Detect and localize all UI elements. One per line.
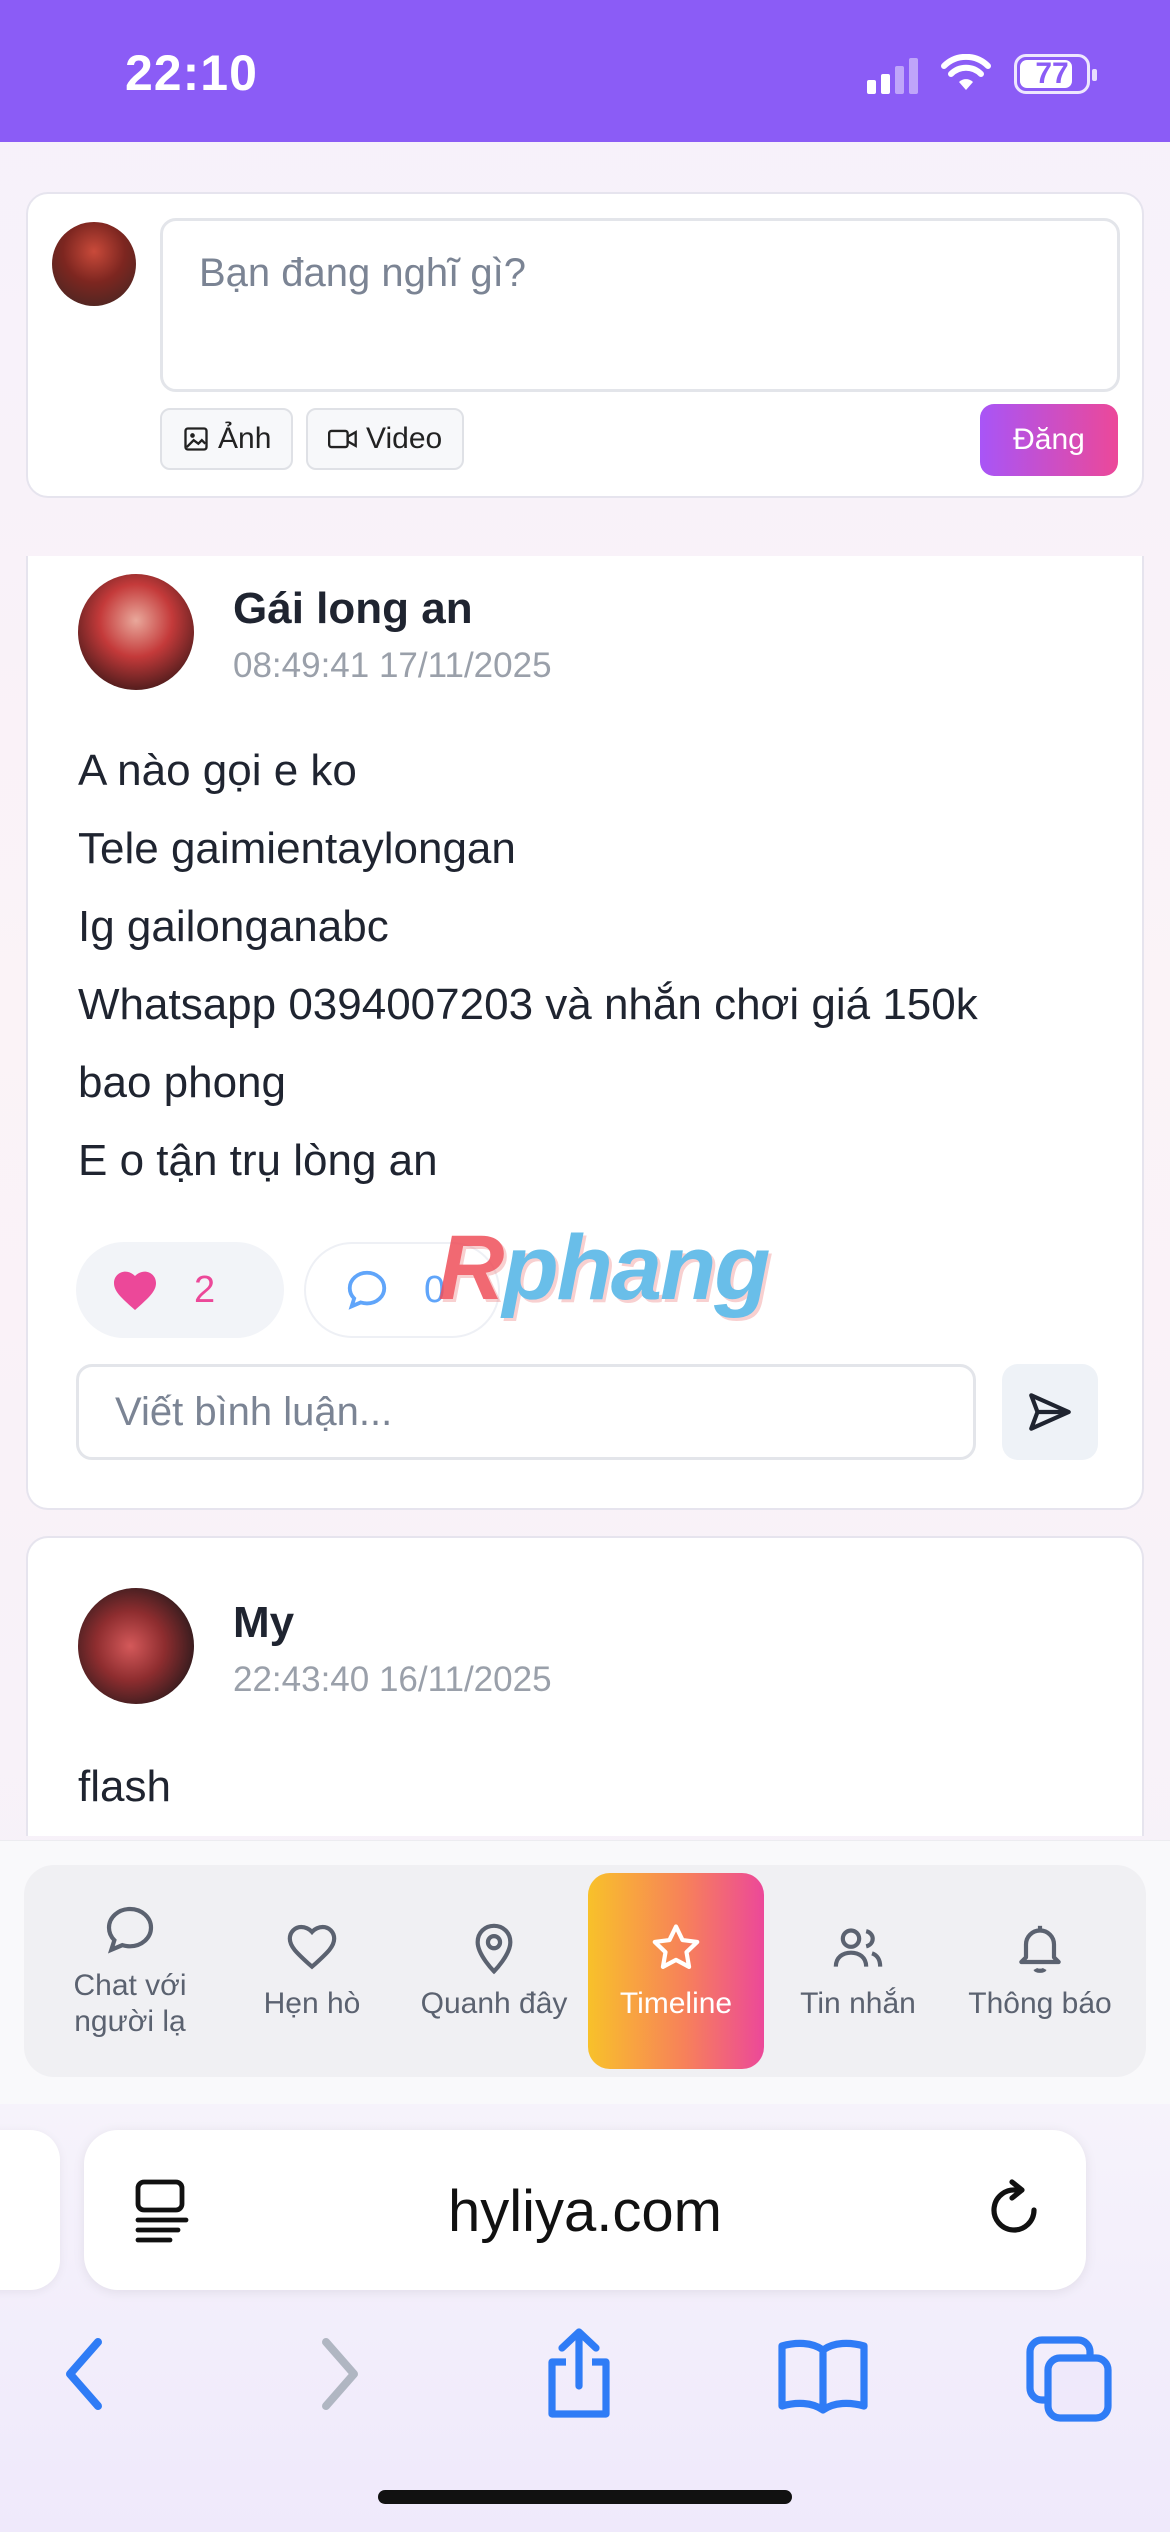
add-video-label: Video	[366, 422, 443, 455]
nav-messages[interactable]: Tin nhắn	[770, 1873, 946, 2069]
nav-label: Timeline	[619, 1987, 733, 2020]
nav-timeline[interactable]: Timeline	[588, 1873, 764, 2069]
url-text[interactable]: hyliya.com	[84, 2178, 1086, 2245]
image-icon	[184, 427, 208, 451]
battery-level: 77	[1035, 57, 1069, 90]
browser-toolbar: hyliya.com	[0, 2104, 1170, 2532]
compose-input[interactable]: Bạn đang nghĩ gì?	[160, 218, 1120, 392]
avatar[interactable]	[78, 574, 194, 690]
post-line: A nào gọi e ko	[78, 746, 357, 795]
post-button[interactable]: Đăng	[980, 404, 1118, 476]
video-icon	[328, 429, 357, 449]
nav-chat-strangers[interactable]: Chat với người lạ	[42, 1873, 218, 2069]
post-line: Tele gaimientaylongan	[78, 824, 516, 873]
address-bar[interactable]: hyliya.com	[84, 2130, 1086, 2290]
chat-bubble-icon	[106, 1906, 154, 1954]
battery-icon: 77	[1014, 54, 1097, 94]
avatar[interactable]	[78, 1588, 194, 1704]
avatar[interactable]	[52, 222, 136, 306]
nav-label: Chat với người lạ	[73, 1969, 187, 2038]
post-composer: Bạn đang nghĩ gì? Ảnh Video Đăng	[26, 192, 1144, 498]
browser-tools	[0, 2328, 1170, 2454]
nav-label: Tin nhắn	[800, 1987, 916, 2020]
star-icon	[652, 1924, 700, 1969]
users-icon	[833, 1928, 883, 1967]
share-icon[interactable]	[540, 2326, 618, 2422]
heart-icon	[287, 1924, 337, 1970]
comment-icon	[347, 1270, 387, 1310]
comment-input[interactable]: Viết bình luận...	[76, 1364, 976, 1460]
post-line: flash	[78, 1762, 171, 1811]
nav-nearby[interactable]: Quanh đây	[406, 1873, 582, 2069]
timeline-post: Gái long an 08:49:41 17/11/2025 A nào gọ…	[26, 556, 1144, 1510]
nav-notifications[interactable]: Thông báo	[952, 1873, 1128, 2069]
bookmarks-icon[interactable]	[776, 2334, 870, 2414]
post-line: Ig gailonganabc	[78, 902, 389, 951]
cellular-signal-icon	[867, 54, 918, 94]
send-comment-button[interactable]	[1002, 1364, 1098, 1460]
post-body: flash	[78, 1748, 1102, 1826]
back-icon[interactable]	[60, 2334, 110, 2414]
home-indicator	[378, 2490, 792, 2504]
watermark-logo: Rphang	[438, 1217, 770, 1319]
nav-label: Quanh đây	[420, 1987, 568, 2020]
add-photo-label: Ảnh	[218, 422, 272, 455]
nav-label: Thông báo	[968, 1987, 1112, 2020]
reload-icon[interactable]	[984, 2176, 1048, 2244]
nav-label: Hẹn hò	[263, 1987, 361, 2020]
bell-icon	[1019, 1925, 1061, 1973]
forward-icon[interactable]	[314, 2334, 364, 2414]
bottom-nav-bar: Chat với người lạ Hẹn hò Quanh đây Timel…	[0, 1840, 1170, 2104]
post-line: E o tận trụ lòng an	[78, 1136, 438, 1185]
post-line: Whatsapp 0394007203 và nhắn chơi giá 150…	[78, 980, 978, 1029]
status-icons: 77	[867, 54, 1097, 94]
wifi-icon	[941, 54, 991, 90]
post-author[interactable]: My	[233, 1598, 294, 1648]
timeline-post: My 22:43:40 16/11/2025 flash	[26, 1536, 1144, 1836]
bottom-nav: Chat với người lạ Hẹn hò Quanh đây Timel…	[24, 1865, 1146, 2077]
post-timestamp: 22:43:40 16/11/2025	[233, 1660, 552, 1699]
previous-tab-preview[interactable]	[0, 2130, 60, 2290]
send-icon	[1029, 1393, 1071, 1431]
status-bar: 22:10 77	[0, 0, 1170, 142]
post-timestamp: 08:49:41 17/11/2025	[233, 646, 552, 685]
post-body: A nào gọi e ko Tele gaimientaylongan Ig …	[78, 732, 1102, 1200]
tabs-icon[interactable]	[1024, 2334, 1114, 2424]
post-author[interactable]: Gái long an	[233, 584, 473, 634]
map-pin-icon	[475, 1923, 513, 1975]
like-button[interactable]: 2	[76, 1242, 284, 1338]
status-time: 22:10	[125, 45, 258, 101]
like-count: 2	[194, 1268, 216, 1311]
add-video-button[interactable]: Video	[306, 408, 465, 470]
heart-filled-icon	[114, 1271, 156, 1310]
nav-dating[interactable]: Hẹn hò	[224, 1873, 400, 2069]
post-line: bao phong	[78, 1058, 286, 1107]
add-photo-button[interactable]: Ảnh	[160, 408, 294, 470]
